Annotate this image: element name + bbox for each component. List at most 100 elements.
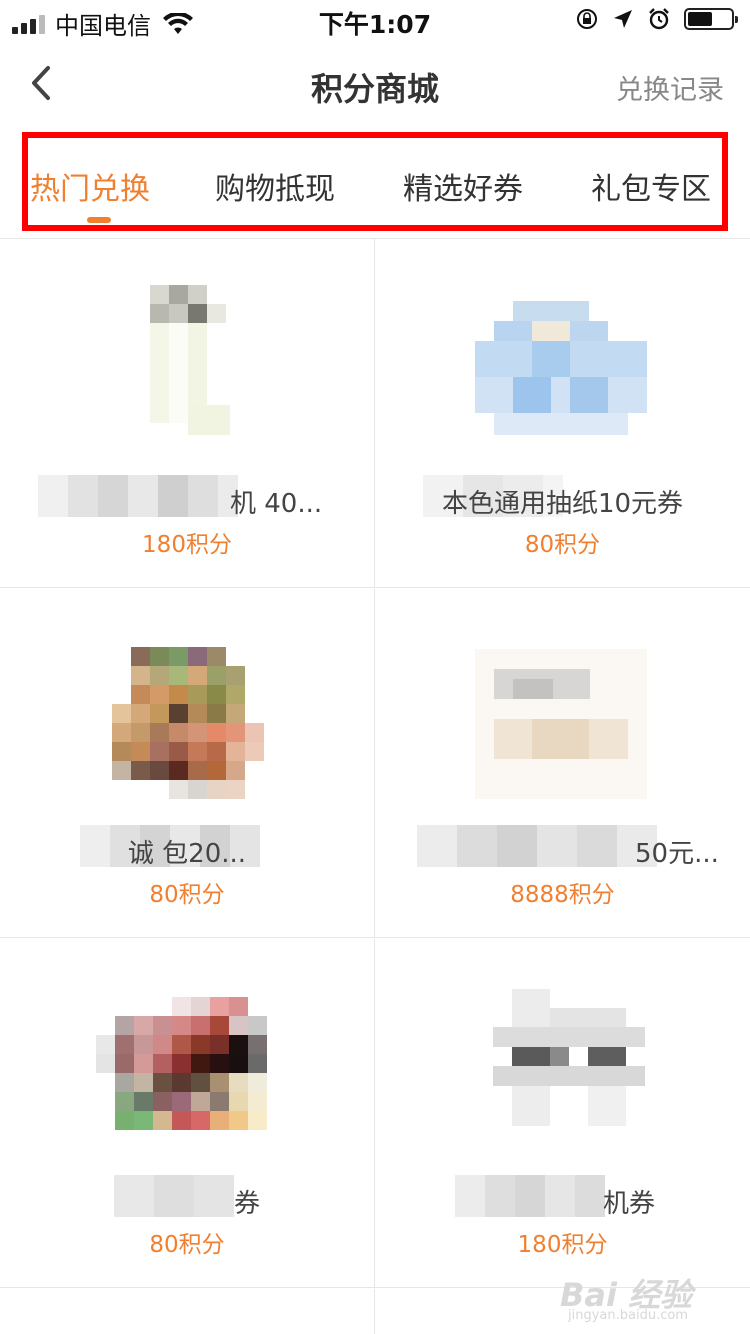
product-grid: 机 40... 180积分 本色通用抽纸10元券 80积分 诚 包20... 8… [0,238,750,1334]
image-pixel [248,1035,267,1054]
image-pixel [207,685,226,704]
image-pixel [207,780,226,799]
product-points: 8888积分 [510,882,615,908]
image-pixel [229,1073,248,1092]
product-image [493,989,645,1139]
exchange-records-link[interactable]: 兑换记录 [616,68,724,107]
image-pixel [131,666,150,685]
image-pixel [248,1111,267,1130]
image-pixel [226,761,245,780]
image-pixel [188,666,207,685]
tab-hot-exchange[interactable]: 热门兑换 [30,164,150,208]
product-points: 80积分 [149,1232,225,1258]
image-pixel [188,704,207,723]
image-pixel [172,997,191,1016]
product-card-partial[interactable] [0,1289,375,1334]
image-pixel [188,647,207,666]
blurred-name-mask [455,1175,605,1217]
image-pixel [169,742,188,761]
back-arrow-icon[interactable] [20,60,66,106]
image-pixel [150,704,169,723]
tab-shopping-cashback[interactable]: 购物抵现 [215,164,335,208]
image-pixel [131,647,150,666]
image-pixel [115,1016,134,1035]
tab-gift-packs[interactable]: 礼包专区 [591,164,711,208]
product-card[interactable]: 本色通用抽纸10元券 80积分 [375,239,750,588]
product-card[interactable]: 机券 180积分 [375,939,750,1288]
image-pixel [131,742,150,761]
image-pixel [115,1035,134,1054]
image-pixel [172,1073,191,1092]
tab-selected-coupons[interactable]: 精选好券 [403,164,523,208]
baidu-jingyan-watermark: Bai 经验 jingyan.baidu.com [560,1270,710,1330]
nav-bar: 积分商城 兑换记录 [0,40,750,130]
image-pixel [229,1054,248,1073]
image-pixel [191,1092,210,1111]
product-card[interactable]: 诚 包20... 80积分 [0,589,375,938]
image-pixel [207,647,226,666]
image-pixel [134,1073,153,1092]
image-pixel [112,704,131,723]
image-pixel [188,761,207,780]
image-pixel [210,1016,229,1035]
image-pixel [210,1073,229,1092]
image-pixel [210,1054,229,1073]
image-pixel [131,704,150,723]
battery-icon [684,8,738,30]
image-pixel [172,1092,191,1111]
image-pixel [115,1092,134,1111]
image-pixel [169,666,188,685]
image-pixel [207,666,226,685]
blurred-name-mask [114,1175,234,1217]
image-pixel [188,780,207,799]
product-name: 机券 [603,1189,656,1219]
image-pixel [134,1092,153,1111]
image-pixel [169,780,188,799]
image-pixel [131,685,150,704]
image-pixel [191,1035,210,1054]
image-pixel [226,666,245,685]
alarm-icon [649,8,669,30]
product-card[interactable]: 机 40... 180积分 [0,239,375,588]
image-pixel [226,742,245,761]
image-pixel [150,685,169,704]
image-pixel [153,1054,172,1073]
image-pixel [188,723,207,742]
product-points: 180积分 [142,532,232,558]
image-pixel [207,761,226,780]
image-pixel [134,1054,153,1073]
image-pixel [207,704,226,723]
product-name: 诚 包20... [127,839,247,869]
image-pixel [172,1035,191,1054]
image-pixel [96,1035,115,1054]
image-pixel [191,1111,210,1130]
image-pixel [169,685,188,704]
product-image [475,649,647,799]
image-pixel [210,1035,229,1054]
image-pixel [153,1111,172,1130]
image-pixel [248,1073,267,1092]
image-pixel [115,1073,134,1092]
product-name: 机 40... [230,489,323,519]
image-pixel [248,1016,267,1035]
image-pixel [150,742,169,761]
image-pixel [210,997,229,1016]
image-pixel [153,1016,172,1035]
image-pixel [153,1092,172,1111]
image-pixel [153,1035,172,1054]
product-image [150,285,230,455]
image-pixel [172,1016,191,1035]
product-points: 80积分 [149,882,225,908]
active-tab-indicator [87,217,111,223]
image-pixel [226,723,245,742]
image-pixel [207,742,226,761]
product-card[interactable]: 50元... 8888积分 [375,589,750,938]
image-pixel [131,761,150,780]
product-image [96,997,268,1143]
image-pixel [226,704,245,723]
image-pixel [191,997,210,1016]
product-card[interactable]: 券 80积分 [0,939,375,1288]
image-pixel [112,742,131,761]
image-pixel [248,1054,267,1073]
watermark-url: jingyan.baidu.com [568,1308,688,1323]
